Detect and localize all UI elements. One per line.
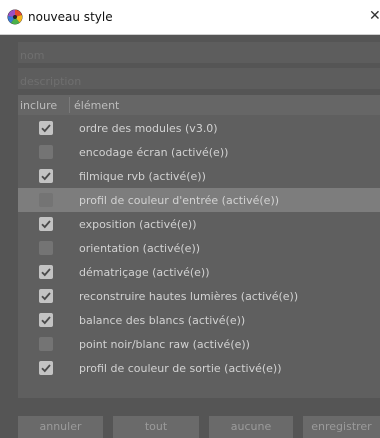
module-label: profil de couleur d'entrée (activé(e)) [79,194,280,207]
checkmark-icon [41,172,51,181]
module-list[interactable]: inclure élément ordre des modules (v3.0)… [18,95,380,398]
include-checkbox[interactable] [39,145,53,159]
column-header-element[interactable]: élément [74,99,119,112]
checkmark-icon [41,124,51,133]
include-checkbox[interactable] [39,193,53,207]
list-item[interactable]: encodage écran (activé(e)) [18,140,380,164]
select-none-button[interactable]: aucune [209,416,293,438]
list-item[interactable]: profil de couleur d'entrée (activé(e)) [18,188,380,212]
list-header: inclure élément [18,95,380,115]
list-item[interactable]: filmique rvb (activé(e)) [18,164,380,188]
include-checkbox[interactable] [39,289,53,303]
list-item[interactable]: profil de couleur de sortie (activé(e)) [18,356,380,380]
module-label: ordre des modules (v3.0) [79,122,218,135]
checkmark-icon [41,268,51,277]
name-field[interactable] [18,42,380,63]
list-item[interactable]: reconstruire hautes lumières (activé(e)) [18,284,380,308]
include-checkbox[interactable] [39,217,53,231]
description-field[interactable] [18,68,380,89]
window-title: nouveau style [28,10,113,24]
include-checkbox[interactable] [39,265,53,279]
checkmark-icon [41,316,51,325]
module-label: balance des blancs (activé(e)) [79,314,246,327]
include-checkbox[interactable] [39,169,53,183]
checkmark-icon [41,220,51,229]
list-item[interactable]: dématriçage (activé(e)) [18,260,380,284]
select-all-button[interactable]: tout [113,416,199,438]
close-icon[interactable]: ✕ [369,8,380,24]
include-checkbox[interactable] [39,121,53,135]
checkmark-icon [41,364,51,373]
include-checkbox[interactable] [39,361,53,375]
module-label: point noir/blanc raw (activé(e)) [79,338,250,351]
include-checkbox[interactable] [39,241,53,255]
save-button[interactable]: enregistrer [303,416,380,438]
list-item[interactable]: point noir/blanc raw (activé(e)) [18,332,380,356]
list-item[interactable]: balance des blancs (activé(e)) [18,308,380,332]
title-bar: nouveau style ✕ [0,0,380,35]
module-label: filmique rvb (activé(e)) [79,170,206,183]
module-label: exposition (activé(e)) [79,218,197,231]
include-checkbox[interactable] [39,313,53,327]
module-label: reconstruire hautes lumières (activé(e)) [79,290,299,303]
module-label: orientation (activé(e)) [79,242,201,255]
module-label: profil de couleur de sortie (activé(e)) [79,362,282,375]
module-label: dématriçage (activé(e)) [79,266,210,279]
cancel-button[interactable]: annuler [18,416,103,438]
column-header-include[interactable]: inclure [20,99,57,112]
list-item[interactable]: orientation (activé(e)) [18,236,380,260]
checkmark-icon [41,292,51,301]
darktable-icon [7,9,23,25]
list-item[interactable]: ordre des modules (v3.0) [18,116,380,140]
column-divider [69,97,70,113]
include-checkbox[interactable] [39,337,53,351]
list-item[interactable]: exposition (activé(e)) [18,212,380,236]
module-label: encodage écran (activé(e)) [79,146,229,159]
